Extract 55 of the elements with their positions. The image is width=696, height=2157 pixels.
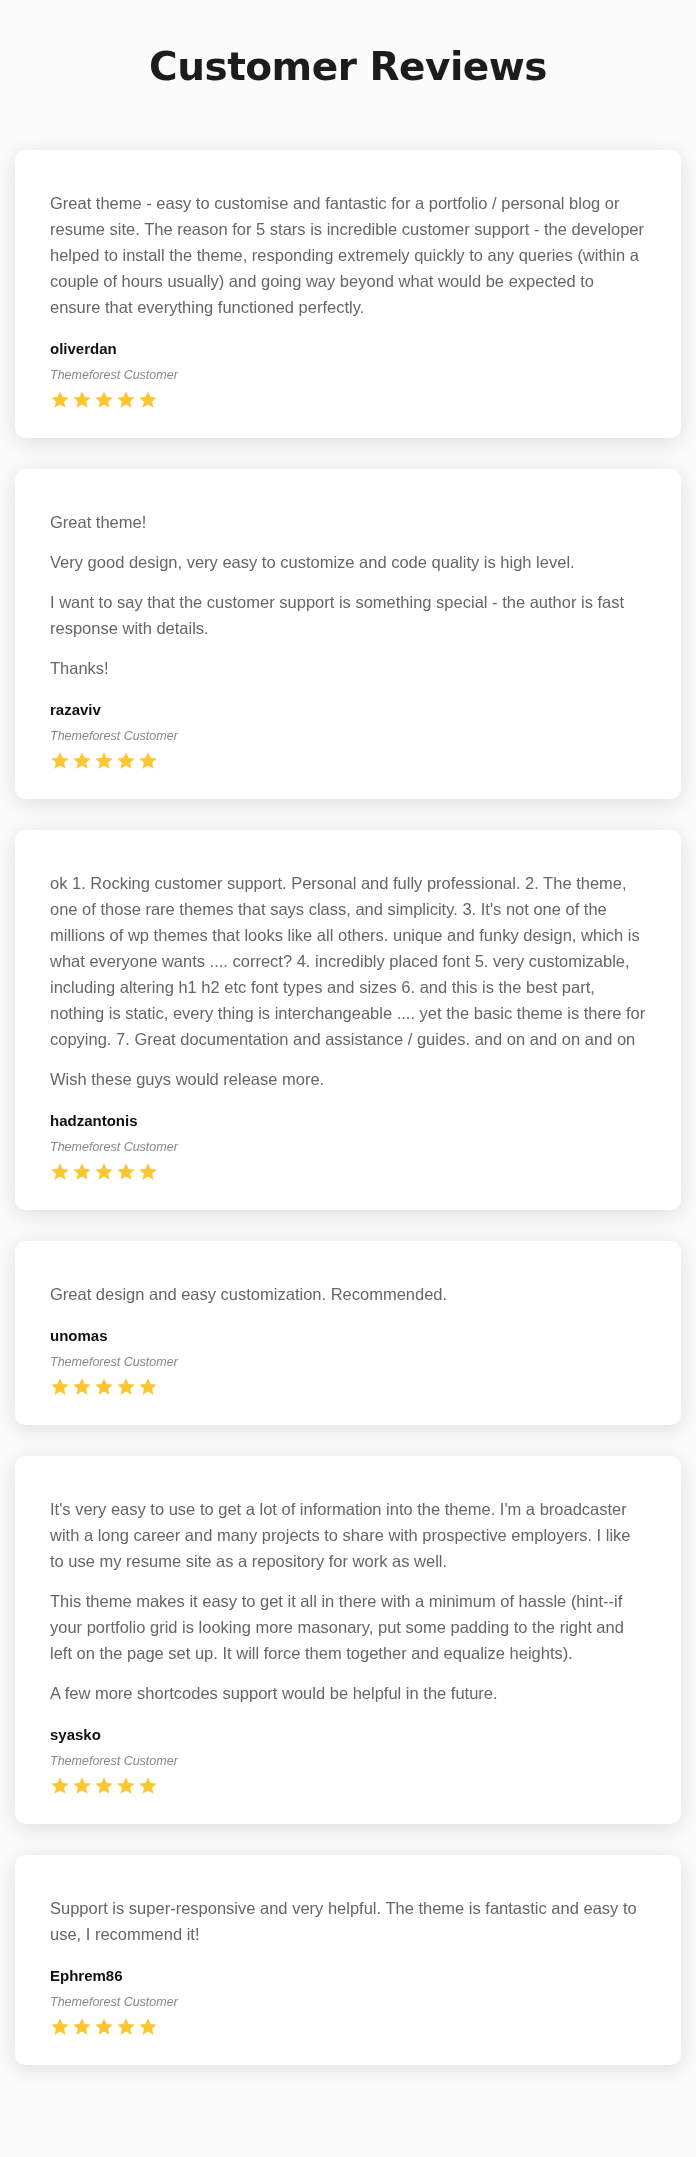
star-icon bbox=[116, 1377, 136, 1397]
star-icon bbox=[50, 1377, 70, 1397]
star-icon bbox=[138, 1377, 158, 1397]
reviewer-source: Themeforest Customer bbox=[50, 1754, 178, 1768]
star-icon bbox=[138, 2017, 158, 2037]
review-text: Thanks! bbox=[50, 658, 110, 679]
reviewer-source: Themeforest Customer bbox=[50, 729, 178, 743]
review-text: Great design and easy customization. Recommended. bbox=[50, 1284, 449, 1305]
reviewer-name: syasko bbox=[50, 1726, 101, 1743]
star-icon bbox=[116, 751, 136, 771]
star-icon bbox=[94, 1377, 114, 1397]
reviewer-name: oliverdan bbox=[50, 340, 117, 357]
star-icon bbox=[50, 1162, 70, 1182]
star-icon bbox=[138, 751, 158, 771]
star-icon bbox=[116, 1162, 136, 1182]
star-icon bbox=[94, 390, 114, 410]
review-text: A few more shortcodes support would be helpful in the future. bbox=[50, 1683, 499, 1704]
review-text: Support is super-responsive and very helpful. The theme is fantastic and easy to use, I recommend it! bbox=[50, 1898, 638, 1945]
review-text: Great theme - easy to customise and fantastic for a portfolio / personal blog or resume site. The reason for 5 stars is incredible customer support - the developer helped to install the theme, responding extremely quickly to any queries (within a couple of hours usually) and going way beyond what would be expected to ensure that everything functioned perfectly. bbox=[50, 193, 645, 318]
star-icon bbox=[50, 1776, 70, 1796]
review-text: ok 1. Rocking customer support. Personal and fully professional. 2. The theme, one of those rare themes that says class, and simplicity. 3. It's not one of the millions of wp themes that looks like all others. unique and funky design, which is what everyone wants .... correct? 4. incredibly placed font 5. very customizable, including altering h1 h2 etc font types and sizes 6. and this is the best part, nothing is static, every thing is interchangeable .... yet the basic theme is there for copying. 7. Great documentation and assistance / guides. and on and on and on bbox=[50, 873, 646, 1050]
review-text: Great theme! bbox=[50, 512, 148, 533]
star-icon bbox=[72, 751, 92, 771]
star-icon bbox=[72, 390, 92, 410]
page-title: Customer Reviews bbox=[148, 44, 548, 89]
star-icon bbox=[138, 390, 158, 410]
reviewer-source: Themeforest Customer bbox=[50, 1995, 178, 2009]
star-icon bbox=[50, 390, 70, 410]
star-icon bbox=[94, 1776, 114, 1796]
review-text: This theme makes it easy to get it all in there with a minimum of hassle (hint--if your portfolio grid is looking more masonary, put some padding to the right and left on the page set up. It will force them together and equalize heights). bbox=[50, 1591, 625, 1664]
star-icon bbox=[72, 1776, 92, 1796]
review-text: It's very easy to use to get a lot of information into the theme. I'm a broadcaster with a long career and many projects to share with prospective employers. I like to use my resume site as a repository for work as well. bbox=[50, 1499, 632, 1572]
reviewer-source: Themeforest Customer bbox=[50, 1140, 178, 1154]
star-icon bbox=[138, 1162, 158, 1182]
reviewer-name: Ephrem86 bbox=[50, 1967, 123, 1984]
reviewer-source: Themeforest Customer bbox=[50, 1355, 178, 1369]
star-icon bbox=[50, 2017, 70, 2037]
star-icon bbox=[50, 751, 70, 771]
star-icon bbox=[94, 2017, 114, 2037]
reviewer-name: hadzantonis bbox=[50, 1112, 138, 1129]
star-icon bbox=[72, 1162, 92, 1182]
star-icon bbox=[116, 1776, 136, 1796]
star-icon bbox=[94, 751, 114, 771]
star-icon bbox=[138, 1776, 158, 1796]
star-icon bbox=[116, 390, 136, 410]
review-text: Wish these guys would release more. bbox=[50, 1069, 326, 1090]
star-icon bbox=[72, 2017, 92, 2037]
review-text: Very good design, very easy to customize and code quality is high level. bbox=[50, 552, 576, 573]
reviewer-name: razaviv bbox=[50, 701, 101, 718]
review-text: I want to say that the customer support is something special - the author is fast response with details. bbox=[50, 592, 626, 639]
star-icon bbox=[116, 2017, 136, 2037]
star-icon bbox=[72, 1377, 92, 1397]
reviewer-source: Themeforest Customer bbox=[50, 368, 178, 382]
reviewer-name: unomas bbox=[50, 1327, 108, 1344]
star-icon bbox=[94, 1162, 114, 1182]
